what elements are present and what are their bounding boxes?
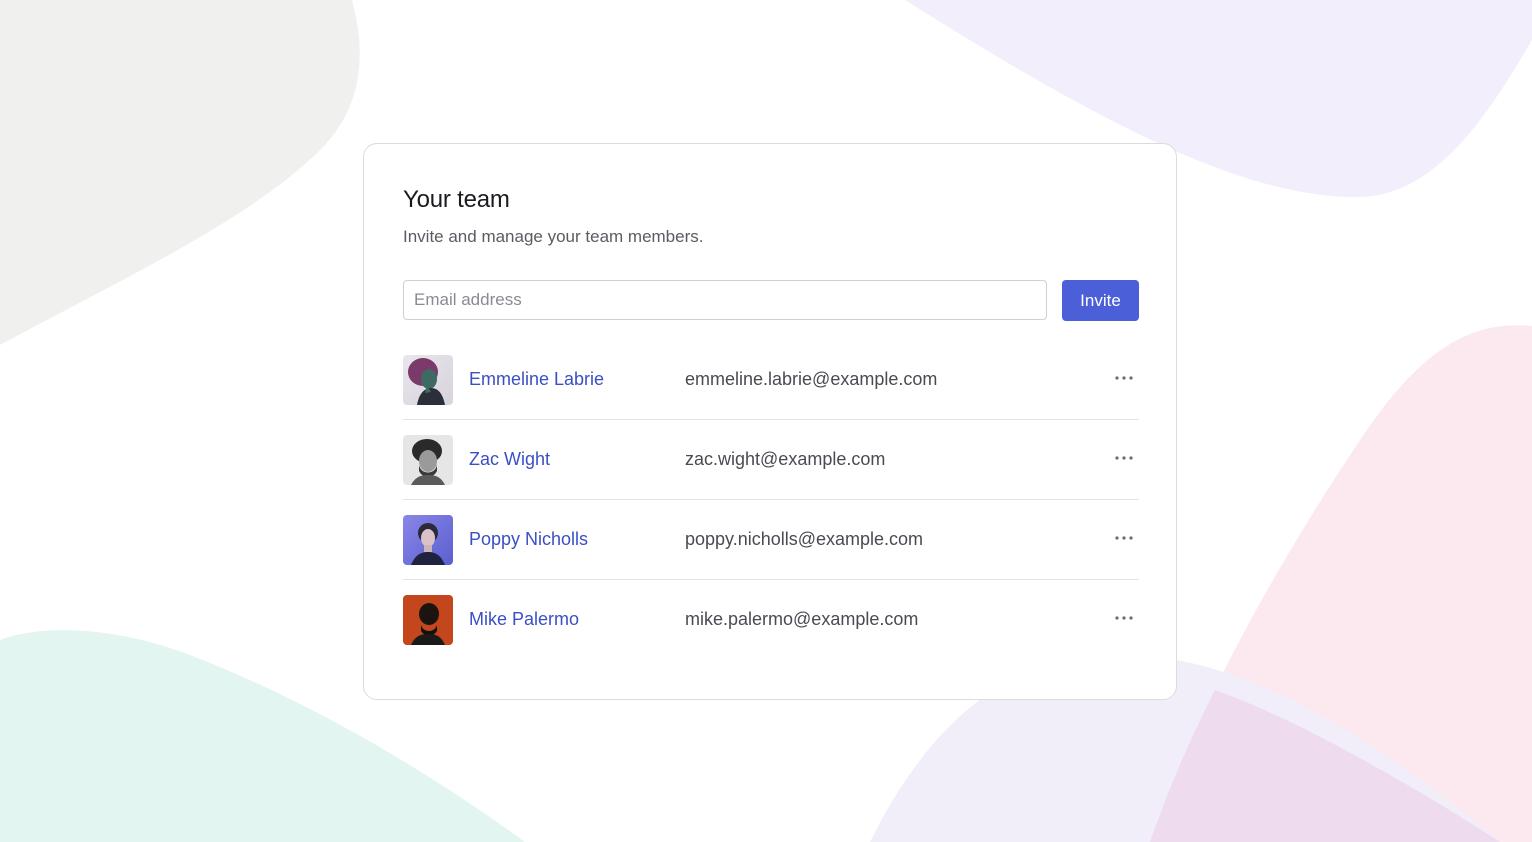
avatar <box>403 355 453 405</box>
more-options-button[interactable] <box>1109 526 1139 550</box>
member-email: poppy.nicholls@example.com <box>685 529 924 549</box>
team-member-row: Poppy Nicholls poppy.nicholls@example.co… <box>403 500 1139 580</box>
more-horizontal-icon <box>1115 616 1133 620</box>
avatar <box>403 515 453 565</box>
member-name-link[interactable]: Emmeline Labrie <box>469 369 604 390</box>
member-email: mike.palermo@example.com <box>685 609 919 629</box>
more-options-button[interactable] <box>1109 606 1139 630</box>
avatar <box>403 435 453 485</box>
member-name-link[interactable]: Poppy Nicholls <box>469 529 588 550</box>
email-input[interactable] <box>403 280 1047 320</box>
more-horizontal-icon <box>1115 376 1133 380</box>
team-card: Your team Invite and manage your team me… <box>363 143 1177 700</box>
team-member-row: Emmeline Labrie emmeline.labrie@example.… <box>403 340 1139 420</box>
member-email: zac.wight@example.com <box>685 449 886 469</box>
more-options-button[interactable] <box>1109 446 1139 470</box>
member-name-link[interactable]: Mike Palermo <box>469 609 579 630</box>
invite-button[interactable]: Invite <box>1062 280 1139 321</box>
team-member-row: Zac Wight zac.wight@example.com <box>403 420 1139 500</box>
member-name-link[interactable]: Zac Wight <box>469 449 550 470</box>
more-horizontal-icon <box>1115 536 1133 540</box>
more-horizontal-icon <box>1115 456 1133 460</box>
team-member-list: Emmeline Labrie emmeline.labrie@example.… <box>403 340 1139 660</box>
card-title: Your team <box>403 186 510 213</box>
team-member-row: Mike Palermo mike.palermo@example.com <box>403 580 1139 660</box>
more-options-button[interactable] <box>1109 366 1139 390</box>
avatar <box>403 595 453 645</box>
card-subtitle: Invite and manage your team members. <box>403 227 704 246</box>
member-email: emmeline.labrie@example.com <box>685 369 938 389</box>
